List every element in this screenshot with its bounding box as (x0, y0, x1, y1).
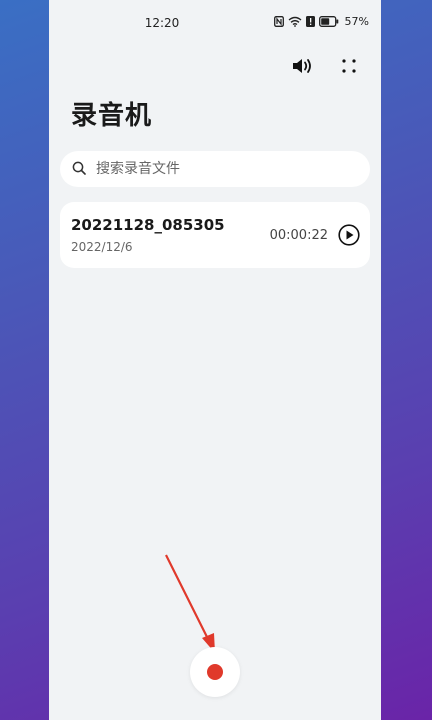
more-dots-icon[interactable] (337, 54, 361, 78)
battery-icon (318, 16, 339, 27)
recording-list-item[interactable]: 20221128_085305 2022/12/6 00:00:22 (60, 202, 370, 268)
status-icons: 57% (273, 15, 369, 28)
recording-date: 2022/12/6 (71, 240, 133, 254)
search-icon (72, 160, 86, 179)
status-time: 12:20 (144, 16, 180, 30)
record-button[interactable] (190, 647, 240, 697)
recording-duration: 00:00:22 (269, 228, 328, 243)
page-title: 录音机 (71, 101, 153, 131)
speaker-icon[interactable] (291, 54, 315, 78)
record-dot-icon (207, 664, 223, 680)
play-icon[interactable] (338, 224, 360, 246)
nfc-icon (273, 16, 284, 27)
search-bar[interactable] (60, 151, 370, 187)
alert-sim-icon (305, 16, 315, 27)
top-actions (291, 54, 361, 78)
status-bar: 12:20 57% (49, 0, 381, 46)
recording-name: 20221128_085305 (71, 216, 225, 234)
wifi-icon (288, 16, 302, 27)
battery-percentage: 57% (344, 15, 369, 28)
search-input[interactable] (94, 160, 348, 178)
app-screen: 12:20 57% 录音机 搜索录音文件 20221128_085305 202… (49, 0, 381, 720)
